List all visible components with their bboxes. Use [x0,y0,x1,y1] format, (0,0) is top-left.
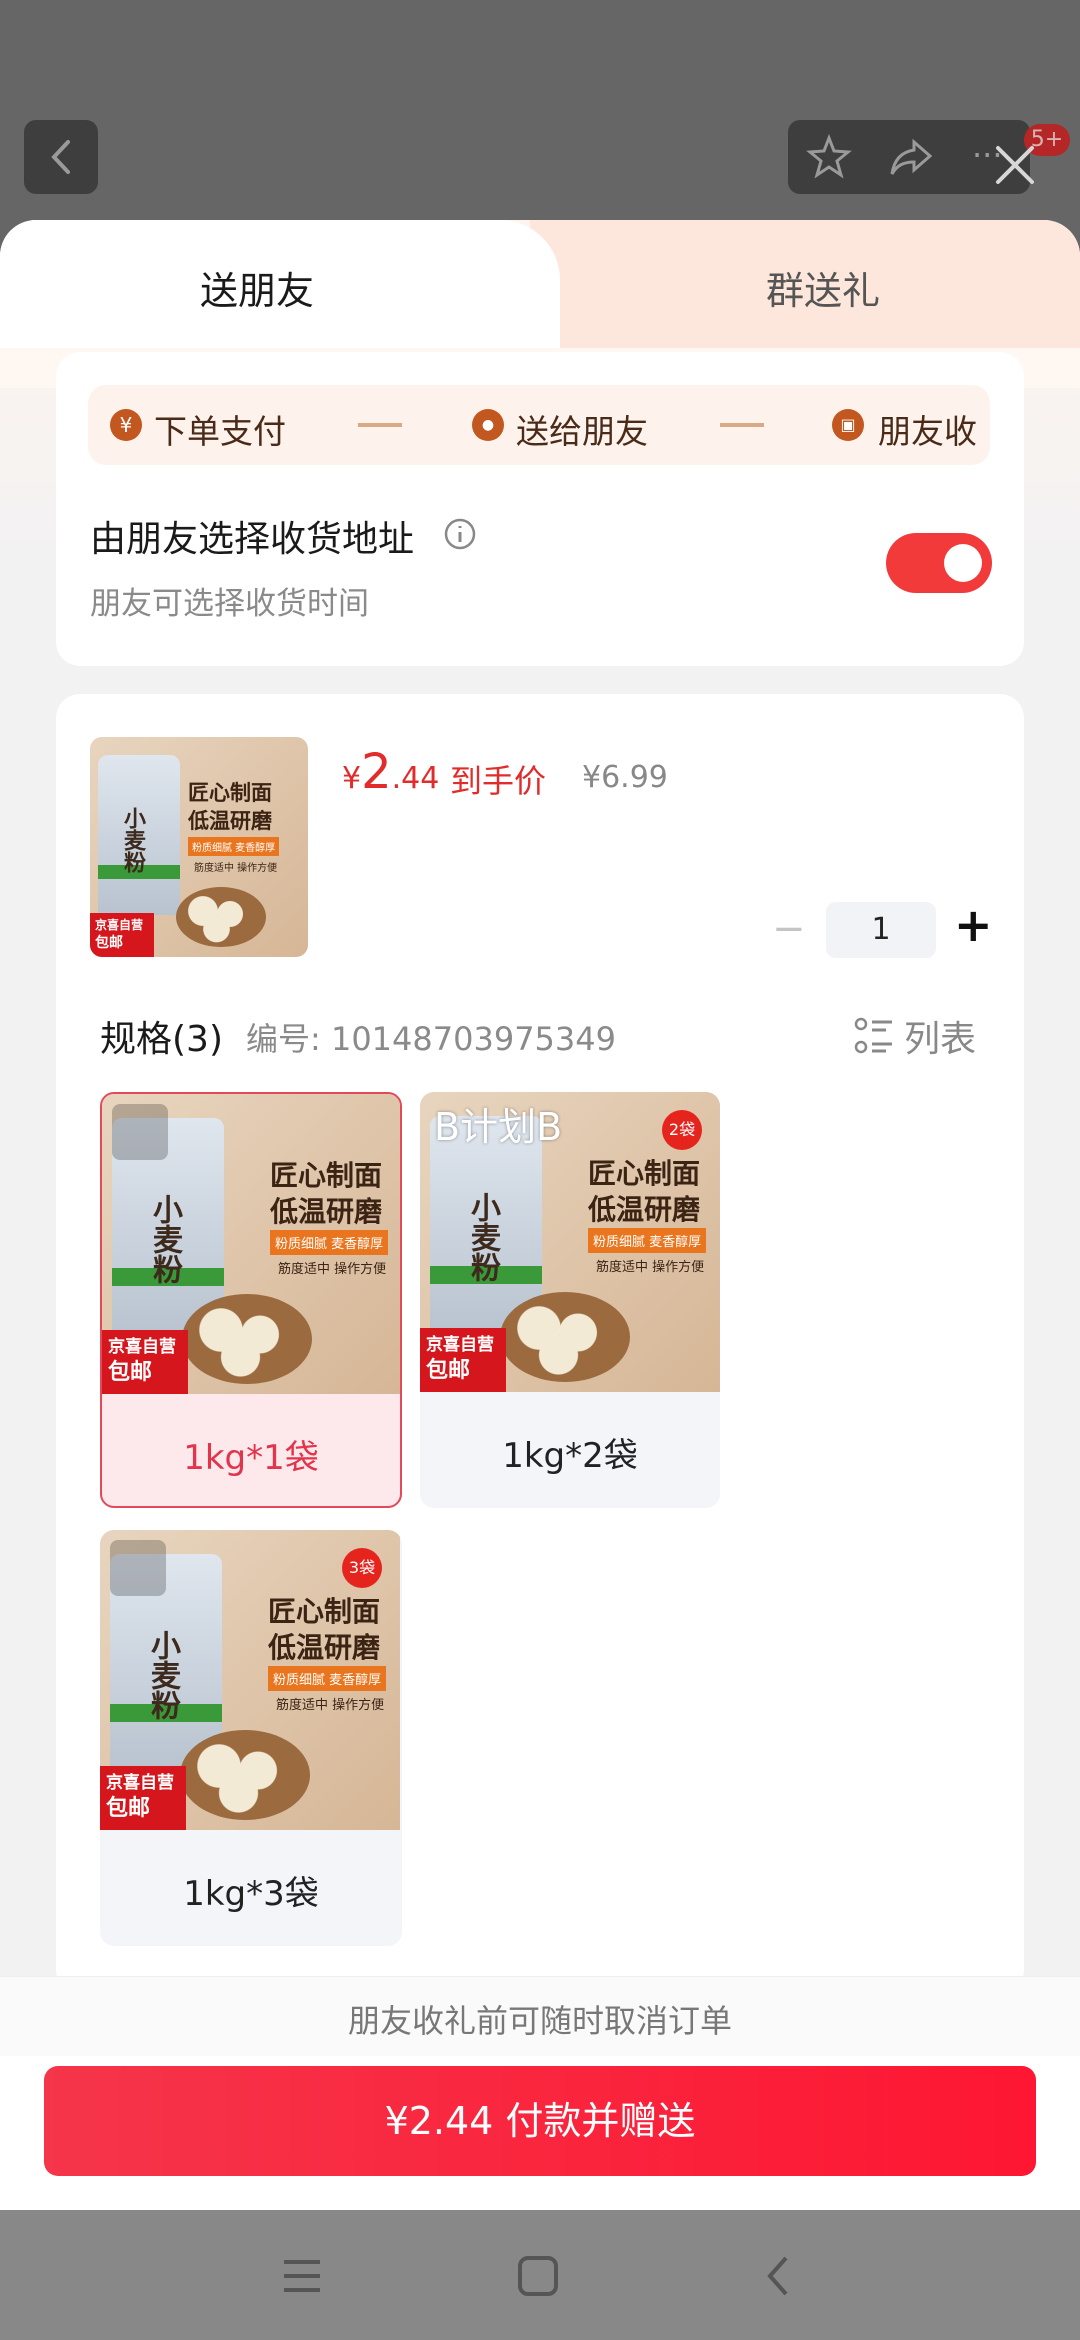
step-send: 送给朋友 [516,412,648,451]
address-title: 由朋友选择收货地址 [90,519,415,560]
tab-send-friend-label: 送朋友 [200,269,315,313]
expand-icon[interactable] [110,1540,166,1596]
close-icon[interactable] [990,140,1040,190]
cancel-notice: 朋友收礼前可随时取消订单 [347,2002,732,2040]
address-subtitle: 朋友可选择收货时间 [90,586,369,622]
minus-button[interactable]: − [772,906,806,952]
count-badge: 2袋 [662,1110,702,1150]
spec-option-3-label: 1kg*3袋 [183,1874,319,1914]
spec-option-1[interactable]: 小麦粉 匠心制面 低温研磨 粉质细腻 麦香醇厚 筋度适中 操作方便 京喜自营 包… [100,1092,402,1508]
list-view-label[interactable]: 列表 [904,1010,976,1062]
spec-option-2-label: 1kg*2袋 [502,1436,638,1476]
plus-button[interactable]: + [954,898,993,952]
arrow-right-icon [720,423,764,427]
spec-option-3[interactable]: 小麦粉 匠心制面 低温研磨 粉质细腻 麦香醇厚 筋度适中 操作方便 京喜自营 包… [100,1530,402,1946]
back-nav-icon[interactable] [758,2254,802,2298]
product-price: ¥2.44 [342,744,440,800]
tab-group-gift[interactable]: 群送礼 [530,220,1080,348]
chevron-left-icon [51,140,70,174]
menu-icon[interactable] [280,2254,324,2298]
product-image[interactable]: 小麦粉 匠心制面 低温研磨 粉质细腻 麦香醇厚 筋度适中 操作方便 京喜自营 包… [90,737,308,957]
price-label: 到手价 [450,762,547,800]
arrow-right-icon [358,423,402,427]
step-receive: 朋友收 [878,412,977,451]
tab-group-gift-label: 群送礼 [766,269,881,313]
spec-option-1-label: 1kg*1袋 [183,1438,319,1478]
pay-and-gift-button[interactable]: ¥2.44 付款并赠送 [44,2066,1036,2176]
gift-icon: ▣ [832,409,864,441]
step-pay: 下单支付 [154,412,286,451]
address-toggle[interactable] [886,533,992,593]
info-icon[interactable] [442,516,478,552]
count-badge: 3袋 [342,1548,382,1588]
spec-option-2[interactable]: 小麦粉 匠心制面 低温研磨 粉质细腻 麦香醇厚 筋度适中 操作方便 京喜自营 包… [420,1092,720,1508]
share-icon[interactable] [884,130,938,184]
home-icon[interactable] [516,2254,560,2298]
chat-icon: ● [472,409,504,441]
list-icon[interactable] [854,1016,894,1056]
yuan-icon: ¥ [110,409,142,441]
expand-icon[interactable] [112,1104,168,1160]
system-nav-bar [0,2210,1080,2340]
spec-code: 编号: 10148703975349 [246,1020,616,1058]
star-icon[interactable] [802,130,856,184]
quantity-field[interactable]: 1 [826,902,936,958]
plan-overlay: B计划B [434,1105,563,1149]
tab-send-friend[interactable]: 送朋友 [0,220,560,350]
gift-steps: ¥ 下单支付 ● 送给朋友 ▣ 朋友收 [88,385,990,465]
back-button[interactable] [24,120,98,194]
spec-title: 规格(3) [100,1019,223,1060]
original-price: ¥6.99 [582,760,668,795]
